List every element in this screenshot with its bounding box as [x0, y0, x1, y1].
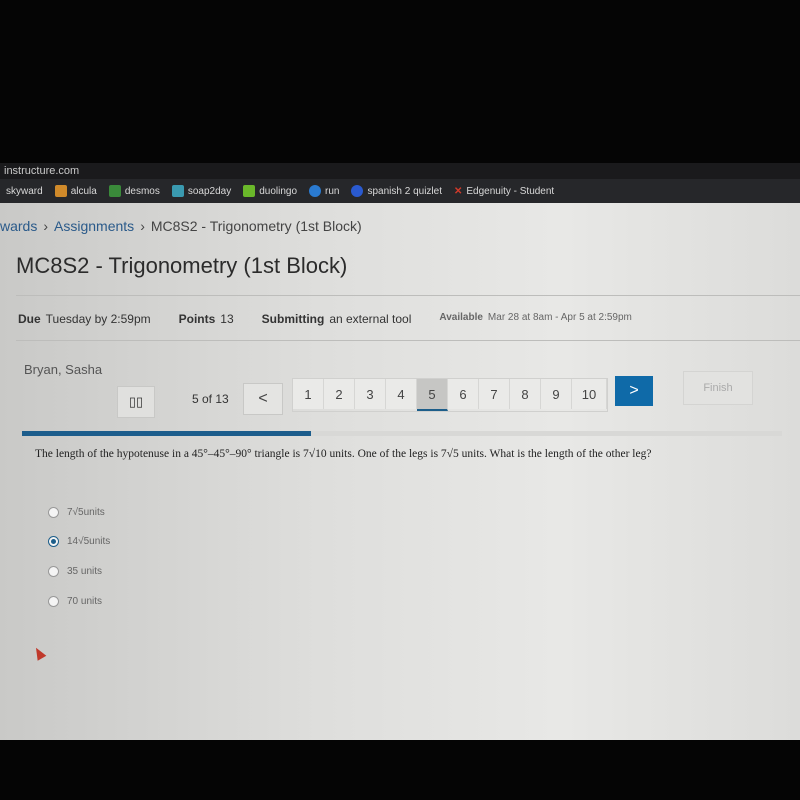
page-9[interactable]: 9: [541, 379, 572, 409]
progress-bar: [22, 431, 782, 436]
answer-option[interactable]: 35 units: [48, 566, 102, 577]
quizlet-icon: [351, 185, 364, 197]
page-5[interactable]: 5: [417, 379, 448, 411]
assignment-details: Due Tuesday by 2:59pm Points 13 Submitting…: [18, 312, 632, 326]
bookmark-label: run: [325, 185, 340, 197]
progress-fill: [22, 431, 311, 436]
question-text: The length of the hypotenuse in a 45°–45…: [35, 448, 652, 460]
address-bar[interactable]: instructure.com: [0, 163, 800, 179]
radio-button[interactable]: [48, 566, 59, 577]
points: Points 13: [178, 312, 234, 326]
bookmark-label: desmos: [124, 185, 160, 197]
student-name: Bryan, Sasha: [24, 362, 103, 377]
answer-option[interactable]: 14√5units: [48, 536, 110, 547]
breadcrumb-separator: ›: [43, 218, 49, 234]
finish-button[interactable]: Finish: [683, 371, 753, 405]
submitting: Submitting an external tool: [261, 312, 412, 326]
option-label: 7√5units: [67, 507, 105, 518]
radio-button-selected[interactable]: [48, 536, 59, 547]
bookmark-desmos[interactable]: desmos: [108, 185, 160, 197]
page-7[interactable]: 7: [479, 379, 510, 409]
question-counter: 5 of 13: [192, 392, 229, 406]
divider: [16, 295, 800, 296]
bookmark-label: Edgenuity - Student: [466, 185, 555, 197]
page-10[interactable]: 10: [572, 379, 607, 409]
bookmark-soap2day[interactable]: soap2day: [171, 185, 232, 197]
radio-button[interactable]: [48, 507, 59, 518]
bookmarks-bar: skyward alcula desmos soap2day duolingo …: [0, 179, 800, 203]
bookmark-duolingo[interactable]: duolingo: [243, 185, 297, 197]
bookmark-label: alcula: [70, 185, 97, 197]
breadcrumb: wards › Assignments › MC8S2 - Trigonometry…: [0, 218, 362, 234]
bookmark-skyward[interactable]: skyward: [6, 186, 43, 197]
previous-button[interactable]: <: [243, 383, 283, 415]
bookmark-edgenuity[interactable]: ✕ Edgenuity - Student: [454, 186, 554, 197]
page-8[interactable]: 8: [510, 379, 541, 409]
bookmark-label: soap2day: [187, 185, 232, 197]
page-6[interactable]: 6: [448, 379, 479, 409]
option-label: 35 units: [67, 566, 103, 577]
page-3[interactable]: 3: [355, 379, 386, 409]
pause-button[interactable]: ▯▯: [117, 386, 155, 418]
bookmark-label: skyward: [6, 185, 43, 197]
answer-option[interactable]: 7√5units: [48, 507, 105, 518]
bookmark-label: spanish 2 quizlet: [367, 185, 442, 197]
run-icon: [309, 185, 322, 197]
bookmark-alcula[interactable]: alcula: [54, 185, 97, 197]
radio-button[interactable]: [48, 596, 59, 607]
next-button[interactable]: >: [615, 376, 653, 406]
breadcrumb-course[interactable]: wards: [0, 218, 37, 234]
page-4[interactable]: 4: [386, 379, 417, 409]
soap2day-icon: [171, 185, 184, 197]
duolingo-icon: [243, 185, 256, 197]
option-label: 70 units: [67, 596, 103, 607]
breadcrumb-current: MC8S2 - Trigonometry (1st Block): [150, 218, 362, 234]
page-1[interactable]: 1: [293, 379, 324, 409]
answer-option[interactable]: 70 units: [48, 596, 102, 607]
alcula-icon: [54, 185, 67, 197]
bookmark-quizlet[interactable]: spanish 2 quizlet: [351, 185, 442, 197]
breadcrumb-assignments[interactable]: Assignments: [54, 218, 134, 234]
available: Available Mar 28 at 8am - Apr 5 at 2:59pm: [439, 312, 632, 323]
bookmark-label: duolingo: [259, 185, 298, 197]
question-pagination: 1 2 3 4 5 6 7 8 9 10: [292, 378, 608, 412]
page-2[interactable]: 2: [324, 379, 355, 409]
page-content: [0, 203, 800, 740]
edgenuity-icon: ✕: [453, 185, 463, 197]
desmos-icon: [108, 185, 121, 197]
due-date: Due Tuesday by 2:59pm: [18, 312, 151, 326]
breadcrumb-separator: ›: [140, 218, 145, 234]
bookmark-run[interactable]: run: [309, 185, 339, 197]
option-label: 14√5units: [67, 536, 111, 547]
pause-icon: ▯▯: [128, 394, 144, 409]
page-title: MC8S2 - Trigonometry (1st Block): [16, 253, 348, 278]
divider: [16, 340, 800, 341]
